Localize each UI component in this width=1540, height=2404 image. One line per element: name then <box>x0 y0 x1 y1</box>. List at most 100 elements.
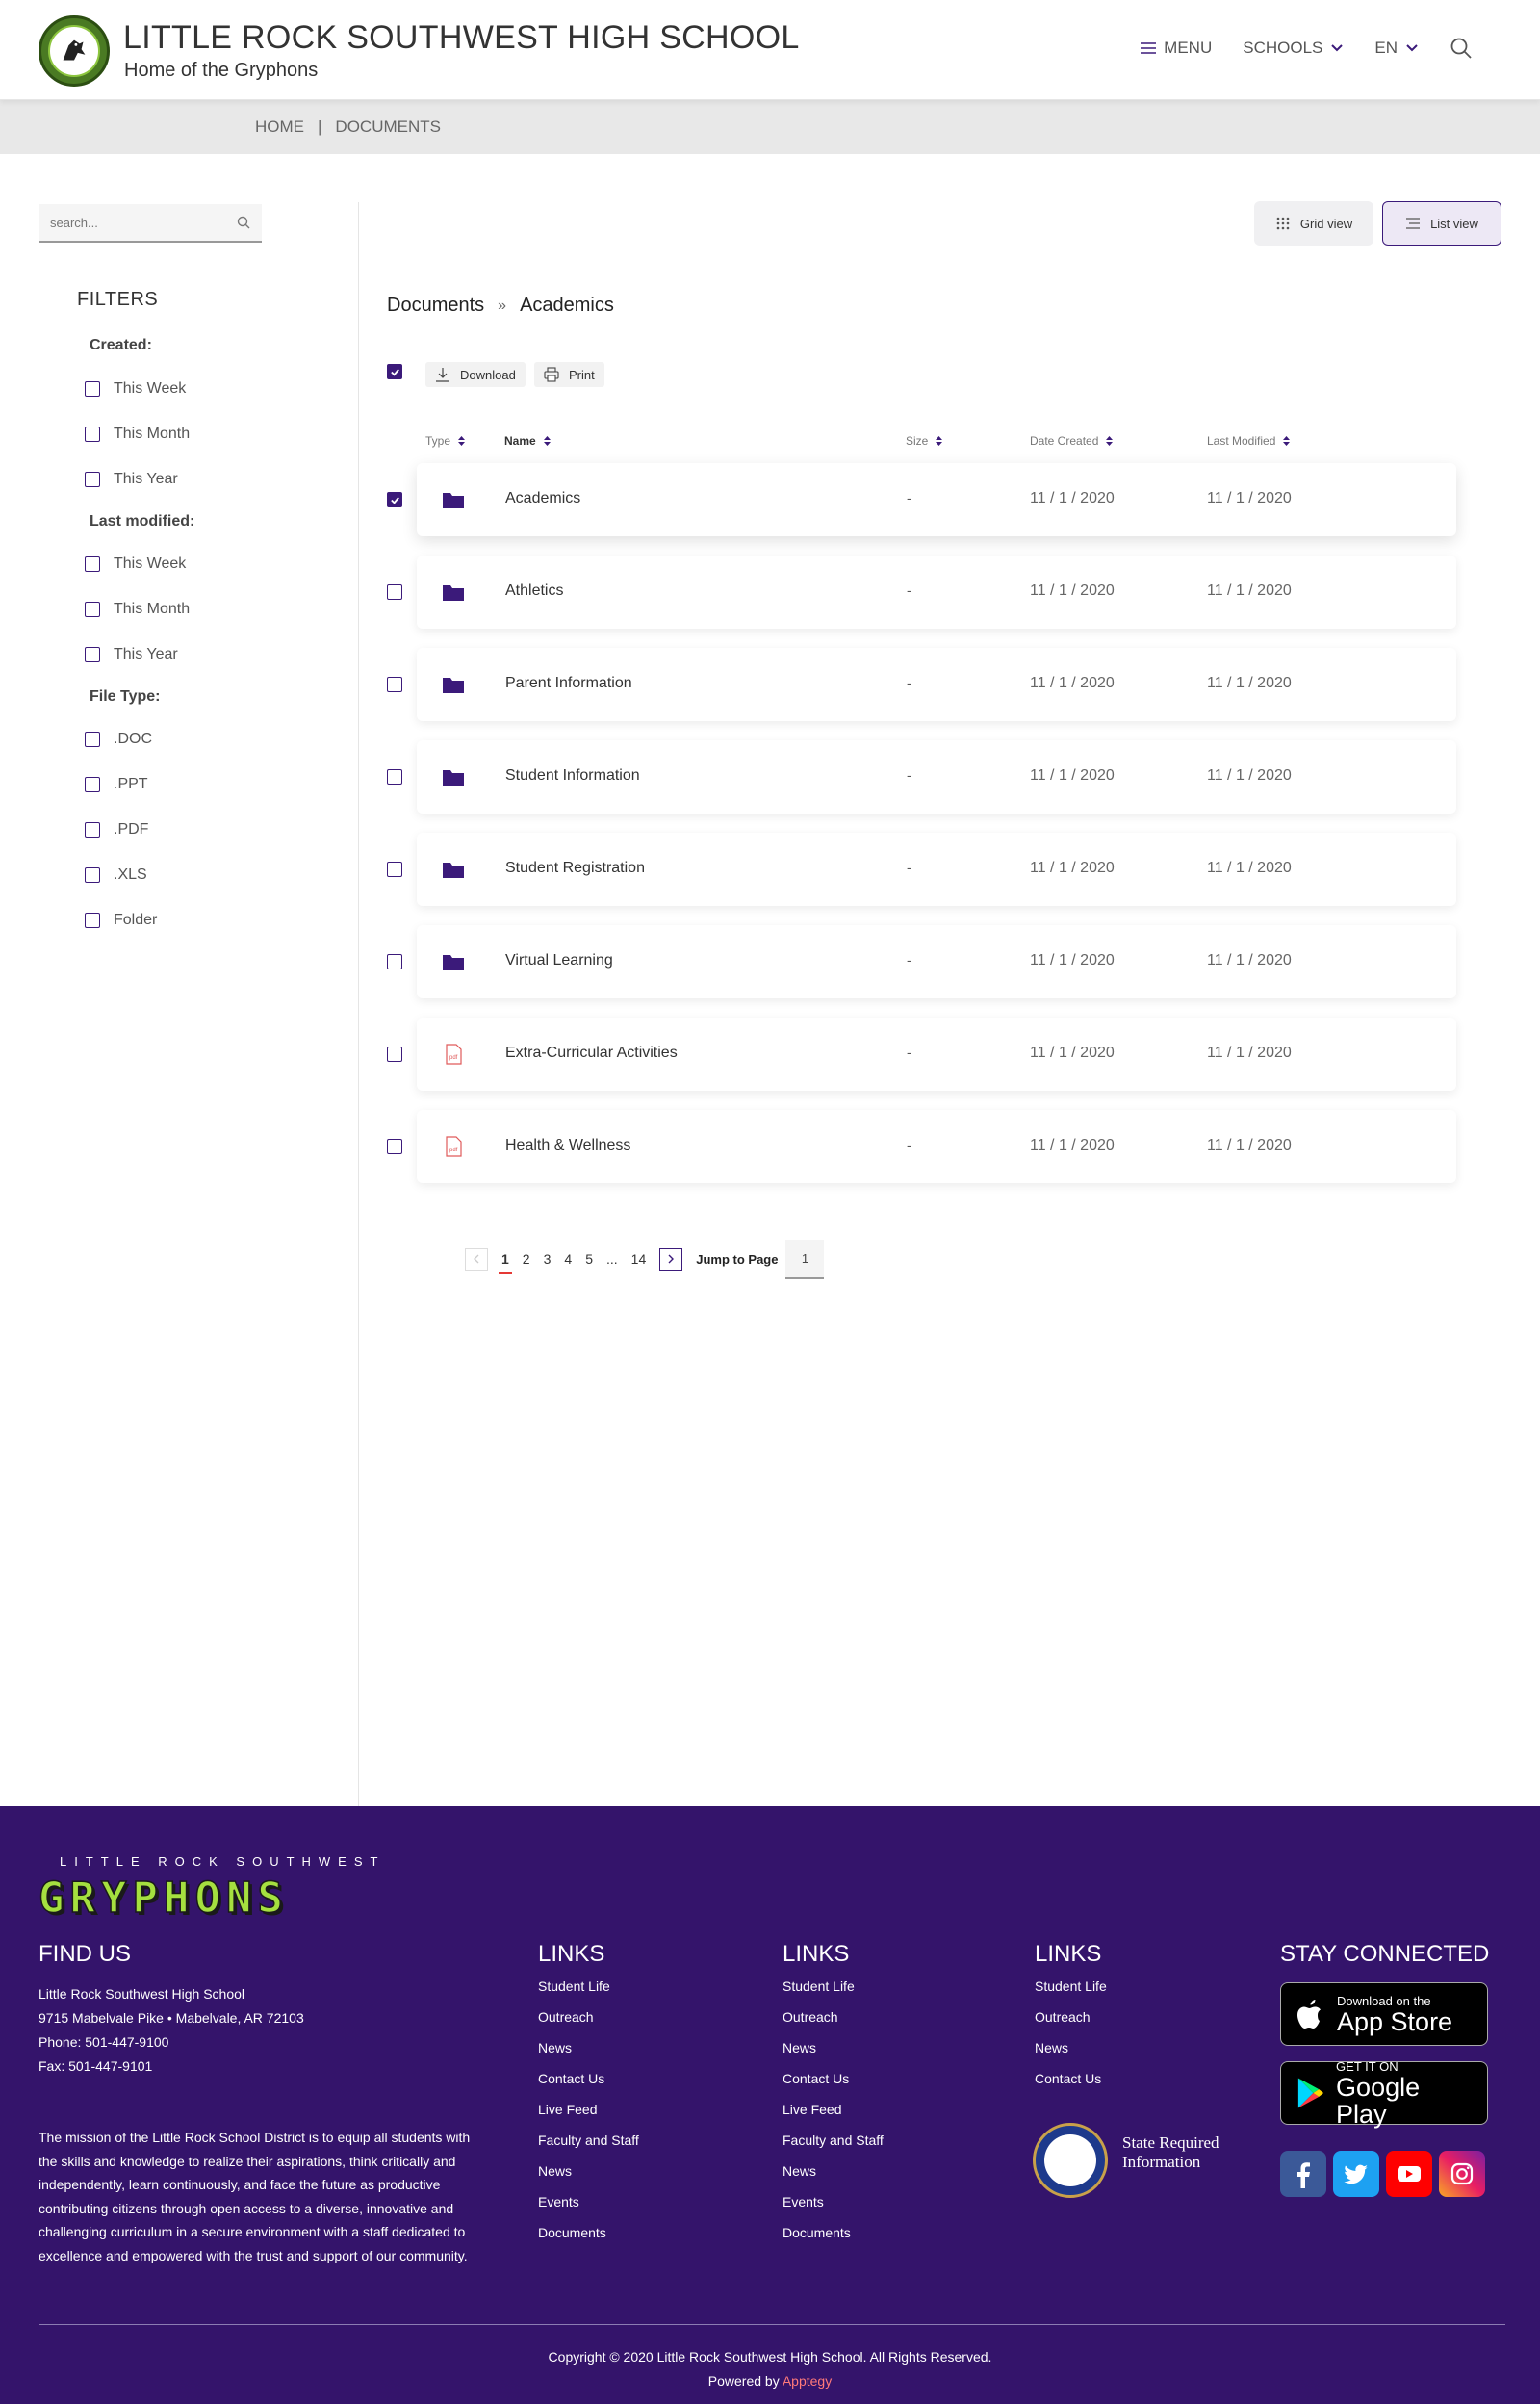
search-input[interactable] <box>50 215 237 230</box>
footer-link[interactable]: Student Life <box>1035 1978 1107 2009</box>
checkbox[interactable] <box>85 777 100 792</box>
row-checkbox[interactable] <box>387 492 402 507</box>
filter-created-this-month[interactable]: This Month <box>85 426 190 443</box>
school-name[interactable]: LITTLE ROCK SOUTHWEST HIGH SCHOOL <box>123 19 800 57</box>
row-checkbox[interactable] <box>387 584 402 600</box>
school-logo[interactable] <box>38 15 110 87</box>
page-number[interactable]: 2 <box>523 1252 530 1267</box>
row-checkbox[interactable] <box>387 1047 402 1062</box>
checkbox[interactable] <box>85 913 100 928</box>
table-row[interactable]: pdf Extra-Curricular Activities - 11 / 1 / … <box>417 1018 1456 1091</box>
footer-link[interactable]: Documents <box>538 2225 639 2256</box>
filter-modified-this-month[interactable]: This Month <box>85 601 190 618</box>
print-button[interactable]: Print <box>534 362 604 387</box>
instagram-icon[interactable] <box>1439 2151 1485 2197</box>
filter-type-xls[interactable]: .XLS <box>85 866 147 884</box>
next-page-button[interactable] <box>659 1248 683 1271</box>
checkbox[interactable] <box>85 732 100 747</box>
language-dropdown[interactable]: EN <box>1374 39 1419 58</box>
footer-link[interactable]: Faculty and Staff <box>783 2133 884 2163</box>
footer-link[interactable]: Events <box>538 2194 639 2225</box>
menu-button[interactable]: MENU <box>1141 39 1212 58</box>
footer-link[interactable]: Outreach <box>783 2009 884 2040</box>
checkbox[interactable] <box>85 602 100 617</box>
download-button[interactable]: Download <box>425 362 526 387</box>
table-row[interactable]: Athletics - 11 / 1 / 2020 11 / 1 / 2020 <box>417 556 1456 629</box>
table-row[interactable]: Student Registration - 11 / 1 / 2020 11 / 1… <box>417 833 1456 906</box>
table-row[interactable]: pdf Health & Wellness - 11 / 1 / 2020 11 / 1… <box>417 1110 1456 1183</box>
footer-link[interactable]: Live Feed <box>538 2102 639 2133</box>
state-required-info-link[interactable]: State Required Information <box>1122 2133 1228 2172</box>
state-education-seal[interactable] <box>1033 2123 1108 2198</box>
jump-to-page-input[interactable] <box>785 1240 825 1279</box>
row-checkbox[interactable] <box>387 954 402 969</box>
table-row[interactable]: Academics - 11 / 1 / 2020 11 / 1 / 2020 <box>417 463 1456 536</box>
grid-view-button[interactable]: Grid view <box>1254 201 1373 246</box>
filter-type-pdf[interactable]: .PDF <box>85 821 148 839</box>
select-all-checkbox[interactable] <box>387 364 402 379</box>
checkbox[interactable] <box>85 556 100 572</box>
footer-link[interactable]: Outreach <box>538 2009 639 2040</box>
filter-type-doc[interactable]: .DOC <box>85 731 152 748</box>
footer-link[interactable]: Live Feed <box>783 2102 884 2133</box>
footer-link[interactable]: Contact Us <box>783 2071 884 2102</box>
column-header-size[interactable]: Size <box>906 434 943 448</box>
footer-link[interactable]: Faculty and Staff <box>538 2133 639 2163</box>
row-checkbox[interactable] <box>387 862 402 877</box>
breadcrumb: HOME | DOCUMENTS <box>255 117 441 137</box>
footer-link[interactable]: News <box>538 2163 639 2194</box>
filter-modified-this-week[interactable]: This Week <box>85 556 186 573</box>
footer-link[interactable]: Contact Us <box>1035 2071 1107 2102</box>
checkbox[interactable] <box>85 427 100 442</box>
filter-created-this-week[interactable]: This Week <box>85 380 186 398</box>
table-row[interactable]: Student Information - 11 / 1 / 2020 11 / 1 … <box>417 740 1456 814</box>
facebook-icon[interactable] <box>1280 2151 1326 2197</box>
filter-modified-this-year[interactable]: This Year <box>85 646 178 663</box>
page-number[interactable]: 4 <box>564 1252 572 1267</box>
folder-breadcrumb-root[interactable]: Documents <box>387 295 484 317</box>
column-header-last-modified[interactable]: Last Modified <box>1207 434 1291 448</box>
list-view-button[interactable]: List view <box>1382 201 1502 246</box>
youtube-icon[interactable] <box>1386 2151 1432 2197</box>
column-header-name[interactable]: Name <box>504 434 551 448</box>
filter-created-this-year[interactable]: This Year <box>85 471 178 488</box>
footer-link[interactable]: News <box>783 2040 884 2071</box>
table-row[interactable]: Parent Information - 11 / 1 / 2020 11 / 1 /… <box>417 648 1456 721</box>
checkbox[interactable] <box>85 822 100 838</box>
search-icon[interactable] <box>1450 37 1473 60</box>
column-header-date-created[interactable]: Date Created <box>1030 434 1114 448</box>
footer-link[interactable]: News <box>1035 2040 1107 2071</box>
filter-type-ppt[interactable]: .PPT <box>85 776 148 793</box>
twitter-icon[interactable] <box>1333 2151 1379 2197</box>
footer-link[interactable]: Student Life <box>538 1978 639 2009</box>
column-header-type[interactable]: Type <box>425 434 466 448</box>
breadcrumb-home-link[interactable]: HOME <box>255 117 304 137</box>
row-checkbox[interactable] <box>387 677 402 692</box>
checkbox[interactable] <box>85 867 100 883</box>
table-row[interactable]: Virtual Learning - 11 / 1 / 2020 11 / 1 / 2… <box>417 925 1456 998</box>
footer-link[interactable]: News <box>538 2040 639 2071</box>
google-play-button[interactable]: GET IT ON Google Play <box>1280 2059 1488 2128</box>
footer-link[interactable]: Outreach <box>1035 2009 1107 2040</box>
previous-page-button[interactable] <box>465 1248 488 1271</box>
search-icon[interactable] <box>237 216 250 229</box>
checkbox[interactable] <box>85 381 100 397</box>
footer-brand-logo[interactable]: GRYPHONS <box>38 1873 289 1924</box>
page-number[interactable]: 3 <box>544 1252 552 1267</box>
row-checkbox[interactable] <box>387 1139 402 1154</box>
page-number[interactable]: 5 <box>585 1252 593 1267</box>
checkbox[interactable] <box>85 472 100 487</box>
footer-link[interactable]: Contact Us <box>538 2071 639 2102</box>
checkbox[interactable] <box>85 647 100 662</box>
page-number[interactable]: 14 <box>631 1252 647 1267</box>
schools-dropdown[interactable]: SCHOOLS <box>1243 39 1344 58</box>
footer-link[interactable]: Documents <box>783 2225 884 2256</box>
app-store-button[interactable]: Download on the App Store <box>1280 1982 1488 2046</box>
page-number[interactable]: 1 <box>499 1252 512 1274</box>
footer-link[interactable]: News <box>783 2163 884 2194</box>
row-checkbox[interactable] <box>387 769 402 785</box>
apptegy-link[interactable]: Apptegy <box>783 2373 832 2389</box>
footer-link[interactable]: Student Life <box>783 1978 884 2009</box>
footer-link[interactable]: Events <box>783 2194 884 2225</box>
filter-type-folder[interactable]: Folder <box>85 912 157 929</box>
